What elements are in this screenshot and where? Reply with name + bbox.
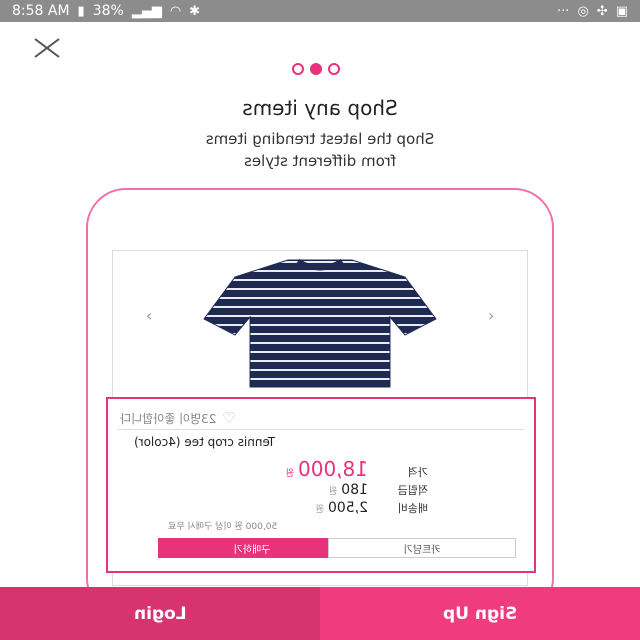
status-bar-right: ··· ◎ ✣ ▣ [557,5,628,18]
product-card: ♡ 23명이 좋아합니다 Tennis crop tee (4color) 가격… [106,397,536,573]
onboarding-subtitle: Shop the latest trending items from diff… [205,130,435,170]
more-icon: ··· [557,3,570,19]
product-name: Tennis crop tee (4color) [134,435,276,449]
points-label: 적립금 [397,484,428,497]
signal-icon: ▂▄▆ [131,3,162,19]
signup-label: Sign Up [442,603,518,624]
free-shipping-note: 50,000 원 이상 구매시 무료 [168,522,278,532]
page-dot[interactable] [328,63,340,75]
shipping-label: 배송비 [397,502,428,515]
price-row: 가격 18,000 원 [128,457,428,481]
page-indicator [292,63,340,75]
shipping-row: 배송비 2,500 원 [128,500,428,516]
status-bar: 8:58 AM ▮ 38% ▂▄▆ ◠ ✱ ··· ◎ ✣ ▣ [0,0,640,22]
shipping-unit: 원 [315,505,324,515]
page-dot-active[interactable] [310,63,322,75]
shipping-value: 2,500 [327,500,368,516]
points-value: 180 [341,482,368,498]
likes-row[interactable]: ♡ 23명이 좋아합니다 [120,409,236,427]
status-bar-left: 8:58 AM ▮ 38% ▂▄▆ ◠ ✱ [12,3,200,19]
add-to-cart-button[interactable]: 카트담기 [328,538,516,558]
tshirt-image [203,258,437,388]
status-time: 8:58 AM [12,3,70,19]
buy-button[interactable]: 구매하기 [158,538,346,558]
likes-text: 23명이 좋아합니다 [120,411,217,426]
price-unit: 원 [285,469,295,479]
battery-icon: ▮ [77,3,85,19]
login-button[interactable]: Login [0,587,320,640]
login-label: Login [133,603,187,624]
points-row: 적립금 180 원 [128,482,428,498]
bluetooth-icon: ✱ [189,3,201,19]
points-unit: 원 [328,487,338,497]
nfc-icon: ◎ [577,3,589,19]
image-icon: ▣ [615,3,628,19]
close-icon [34,38,60,58]
divider [118,429,524,430]
price-value: 18,000 [298,457,368,481]
close-button[interactable] [32,36,62,60]
page-dot[interactable] [292,63,304,75]
chevron-right-icon: ‹ [488,306,495,325]
heart-icon[interactable]: ♡ [222,409,235,427]
signup-button[interactable]: Sign Up [320,587,640,640]
wifi-icon: ◠ [169,3,182,19]
bottom-action-bar: Login Sign Up [0,587,640,640]
onboarding-title: Shop any items [242,96,398,120]
price-label: 가격 [407,466,428,479]
chevron-left-icon: › [146,306,153,325]
battery-level: 38% [92,3,124,19]
fan-icon: ✣ [596,3,608,19]
